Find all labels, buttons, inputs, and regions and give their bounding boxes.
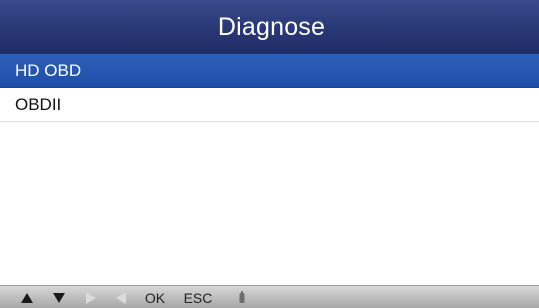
diagnose-screen: Diagnose HD OBD OBDII OK ESC [0, 0, 539, 308]
menu-item-label: OBDII [15, 94, 62, 114]
esc-button[interactable]: ESC [180, 289, 216, 306]
up-arrow-icon[interactable] [20, 289, 34, 306]
menu-item-label: HD OBD [15, 60, 82, 80]
help-icon[interactable] [236, 289, 248, 306]
page-title: Diagnose [217, 12, 326, 41]
right-arrow-icon[interactable] [84, 289, 98, 306]
title-bar: Diagnose [0, 0, 539, 54]
ok-button[interactable]: OK [140, 289, 170, 306]
down-arrow-icon[interactable] [52, 289, 66, 306]
menu-item-hd-obd[interactable]: HD OBD [0, 54, 539, 88]
left-arrow-icon[interactable] [114, 289, 128, 306]
key-bar: OK ESC [0, 285, 539, 308]
menu-item-obdii[interactable]: OBDII [0, 88, 539, 122]
menu-list: HD OBD OBDII [0, 54, 539, 122]
